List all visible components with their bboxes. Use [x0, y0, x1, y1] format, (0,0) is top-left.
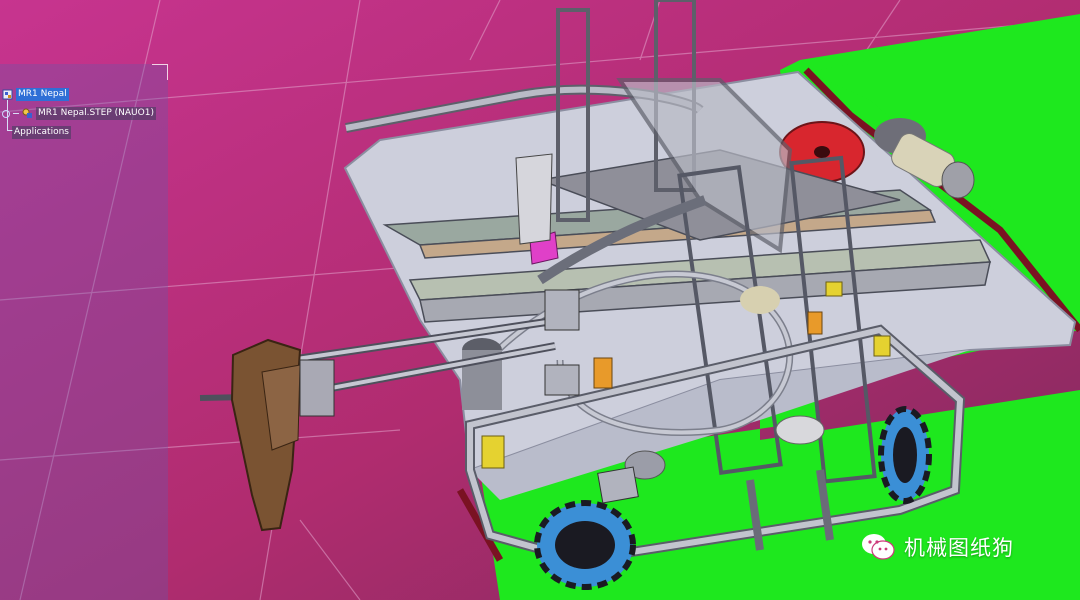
tree-node-applications[interactable]: Applications — [12, 126, 71, 139]
tree-node-child-label[interactable]: MR1 Nepal.STEP (NAUO1) — [36, 107, 156, 120]
tree-node-child[interactable]: MR1 Nepal.STEP (NAUO1) — [2, 107, 156, 120]
sensor-plate — [515, 153, 553, 245]
3d-viewport[interactable] — [0, 0, 1080, 600]
product-icon — [2, 89, 13, 100]
omni-wheel-left — [534, 500, 636, 590]
expand-toggle-icon[interactable] — [2, 109, 10, 118]
tree-node-applications-label[interactable]: Applications — [12, 126, 71, 139]
omni-wheel-right — [878, 406, 932, 504]
tree-node-root[interactable]: MR1 Nepal — [2, 88, 69, 101]
part-icon — [22, 108, 32, 118]
tree-node-root-label[interactable]: MR1 Nepal — [16, 88, 69, 101]
tree-connector — [13, 113, 19, 114]
